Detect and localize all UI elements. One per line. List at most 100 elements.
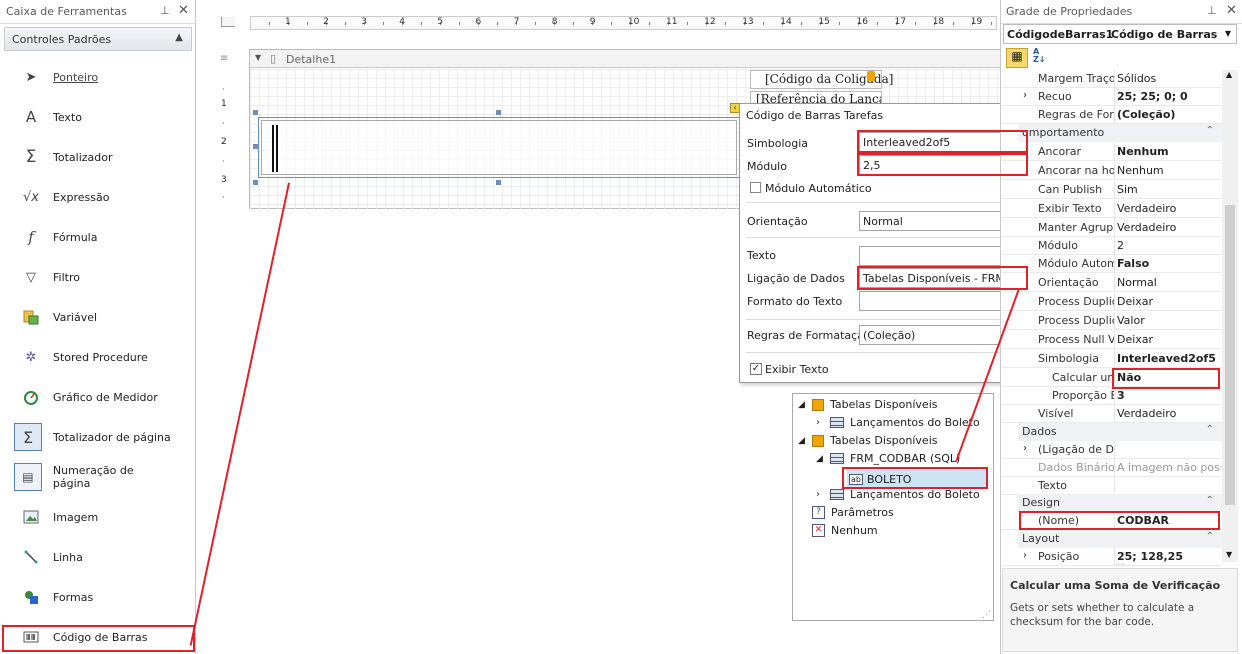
tree-label: FRM_CODBAR (SQL): [850, 452, 961, 465]
prop-value: A imagem não poss...: [1117, 461, 1221, 474]
splitter-grip[interactable]: ····: [1110, 561, 1130, 569]
description-text: Gets or sets whether to calculate a chec…: [1010, 602, 1195, 628]
ruler-number: 2: [323, 17, 329, 27]
category-comportamento[interactable]: omportamento ⌃: [1018, 124, 1222, 142]
prop-value: Falso: [1117, 257, 1150, 270]
toolbox-item-formula[interactable]: f Fórmula: [22, 227, 182, 247]
tree-frm-codbar[interactable]: ◢ FRM_CODBAR (SQL): [816, 452, 960, 465]
toolbox-item-totalizador[interactable]: Σ Totalizador: [22, 147, 182, 167]
chevron-up-icon[interactable]: ⌃: [1206, 424, 1214, 435]
categorized-button[interactable]: ▦: [1006, 48, 1028, 68]
category-label: omportamento: [1022, 126, 1105, 139]
toolbox-item-linha[interactable]: Linha: [22, 547, 182, 567]
exibir-texto-checkbox[interactable]: ✓: [750, 363, 762, 375]
prop-row-ancorar-hori[interactable]: Ancorar na horiNenhum: [1002, 162, 1222, 180]
prop-value: Normal: [1117, 276, 1157, 289]
divider: [746, 319, 1026, 320]
field-codigo-coligada[interactable]: [Código da Coligada]: [750, 70, 893, 89]
property-scrollbar[interactable]: ▲ ▼: [1222, 70, 1238, 562]
scroll-thumb[interactable]: [1225, 205, 1235, 505]
expand-icon[interactable]: ◢: [816, 454, 830, 464]
prop-row-process-null[interactable]: Process Null ValDeixar: [1002, 331, 1222, 349]
chevron-up-icon[interactable]: ⌃: [1206, 531, 1214, 542]
prop-row-process-dup1[interactable]: Process DuplicaDeixar: [1002, 293, 1222, 311]
tree-tabelas-disponiveis-2[interactable]: ◢ Tabelas Disponíveis: [798, 434, 937, 447]
toolbox-item-grafico-medidor[interactable]: Gráfico de Medidor: [22, 387, 182, 407]
category-dados[interactable]: Dados ⌃: [1018, 423, 1222, 441]
prop-row-can-publish[interactable]: Can Publish Sim: [1002, 181, 1222, 199]
selection-handle[interactable]: [496, 110, 501, 115]
tree-nenhum[interactable]: ✕ Nenhum: [812, 524, 878, 537]
prop-row-texto[interactable]: Texto: [1002, 477, 1222, 495]
toolbox-item-numeracao-pagina[interactable]: ▤ Numeração de página: [14, 463, 174, 491]
toolbox-item-stored-procedure[interactable]: ✲ Stored Procedure: [22, 347, 182, 367]
prop-row-visivel[interactable]: Visível Verdadeiro: [1002, 405, 1222, 423]
prop-row-ligacao[interactable]: › (Ligação de Dac: [1002, 441, 1222, 459]
toolbox-item-texto[interactable]: A Texto: [22, 107, 182, 127]
scroll-down-icon[interactable]: ▼: [1226, 550, 1232, 559]
selection-handle[interactable]: [253, 180, 258, 185]
toolbox-item-label: Numeração de página: [52, 464, 134, 490]
category-layout[interactable]: Layout ⌃: [1018, 530, 1222, 548]
expand-icon[interactable]: ›: [816, 489, 830, 500]
prop-row-ancorar[interactable]: Ancorar Nenhum: [1002, 143, 1222, 161]
expand-icon[interactable]: ›: [1023, 550, 1027, 561]
barcode-bar: [272, 125, 274, 172]
toolbox-group-header[interactable]: Controles Padrões ▲: [4, 27, 192, 51]
vruler-dot: ·: [222, 157, 225, 166]
prop-row-modulo-auto[interactable]: Módulo AutomáFalso: [1002, 255, 1222, 273]
prop-row-recuo[interactable]: › Recuo 25; 25; 0; 0: [1002, 88, 1222, 106]
tree-lancamentos[interactable]: › Lançamentos do Boleto: [816, 416, 980, 429]
expand-icon[interactable]: ›: [816, 417, 830, 428]
tree-parametros[interactable]: ? Parâmetros: [812, 506, 894, 519]
prop-row-modulo[interactable]: Módulo 2: [1002, 237, 1222, 255]
prop-row-margem[interactable]: Margem Traço BSólidos: [1002, 70, 1222, 88]
prop-row-process-dup2[interactable]: Process DuplicaValor: [1002, 312, 1222, 330]
toolbox-item-imagem[interactable]: Imagem: [22, 507, 182, 527]
toolbox-item-totalizador-pagina[interactable]: Σ Totalizador de página: [14, 423, 174, 451]
toolbox-item-expressao[interactable]: √x Expressão: [22, 187, 182, 207]
category-design[interactable]: Design ⌃: [1018, 494, 1222, 512]
chevron-down-icon[interactable]: ▼: [1225, 29, 1231, 38]
expand-icon[interactable]: ›: [1023, 90, 1027, 101]
band-header[interactable]: ▼ ▯ Detalhe1: [250, 50, 1000, 68]
toolbox-item-filtro[interactable]: ▽ Filtro: [22, 267, 182, 287]
chevron-up-icon[interactable]: ⌃: [1206, 125, 1214, 136]
band-title: Detalhe1: [286, 53, 337, 66]
toolbox-item-variavel[interactable]: Variável: [22, 307, 182, 327]
pin-icon[interactable]: ⊥: [160, 4, 170, 17]
close-icon[interactable]: ✕: [178, 3, 189, 18]
toolbox-item-ponteiro[interactable]: ➤ Ponteiro: [22, 67, 182, 87]
collapse-icon[interactable]: ▼: [255, 53, 261, 62]
highlight-boleto: [842, 467, 988, 489]
ruler-number: 18: [932, 17, 945, 27]
prop-row-simbologia[interactable]: Simbologia Interleaved2of5: [1002, 350, 1222, 368]
selection-handle[interactable]: [496, 180, 501, 185]
sort-az-icon[interactable]: A Z↓: [1033, 48, 1051, 68]
prop-row-manter[interactable]: Manter AgrupadVerdadeiro: [1002, 219, 1222, 237]
expand-icon[interactable]: ›: [1023, 443, 1027, 454]
prop-row-orientacao[interactable]: Orientação Normal: [1002, 274, 1222, 292]
close-icon[interactable]: ✕: [1226, 3, 1237, 18]
resize-grip-icon[interactable]: ⋰: [982, 610, 991, 620]
modulo-auto-checkbox[interactable]: [750, 182, 761, 193]
barcode-control[interactable]: [258, 117, 740, 178]
chevron-up-icon[interactable]: ▲: [175, 32, 183, 43]
selection-handle[interactable]: [253, 144, 258, 149]
prop-row-proporcao[interactable]: Proporção E3: [1002, 387, 1222, 405]
expand-icon[interactable]: ◢: [798, 436, 812, 446]
tree-tabelas-disponiveis[interactable]: ◢ Tabelas Disponíveis: [798, 398, 937, 411]
object-selector[interactable]: CódigodeBarras1 Código de Barras ▼: [1003, 24, 1237, 44]
scroll-up-icon[interactable]: ▲: [1226, 70, 1232, 79]
tree-lancamentos-2[interactable]: › Lançamentos do Boleto: [816, 488, 980, 501]
pin-icon[interactable]: ⊥: [1207, 4, 1217, 17]
prop-row-regras[interactable]: Regras de Form(Coleção): [1002, 106, 1222, 124]
toolbox-item-formas[interactable]: Formas: [22, 587, 182, 607]
selection-handle[interactable]: [253, 110, 258, 115]
prop-row-dados-binarios[interactable]: Dados BináriosA imagem não poss...: [1002, 459, 1222, 477]
regras-label: Regras de Formatação: [747, 329, 871, 342]
divider: [746, 352, 1026, 353]
expand-icon[interactable]: ◢: [798, 400, 812, 410]
chevron-up-icon[interactable]: ⌃: [1206, 495, 1214, 506]
prop-row-exibir-texto[interactable]: Exibir Texto Verdadeiro: [1002, 200, 1222, 218]
